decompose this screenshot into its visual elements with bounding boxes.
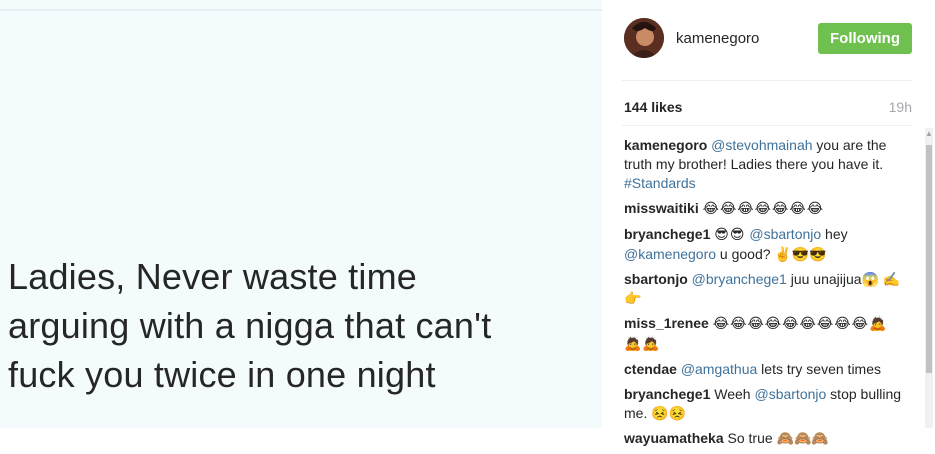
comment-emoji: 😂😂😂😂😂😂😂 xyxy=(702,201,825,217)
comment-item: ctendae @amgathua lets try seven times xyxy=(624,360,904,379)
comment-text: Weeh xyxy=(714,386,755,402)
comment-emoji: 😎😎 xyxy=(714,227,746,243)
comment-item: misswaitiki 😂😂😂😂😂😂😂 xyxy=(624,199,904,219)
comment-text: So true 🙈🙈🙈 xyxy=(727,430,829,446)
comment-text: u good? ✌😎😎 xyxy=(716,246,827,262)
comment-mention[interactable]: @stevohmainah xyxy=(711,137,812,153)
post-header: kamenegoro Following xyxy=(602,0,935,80)
scrollbar-thumb[interactable] xyxy=(926,145,932,373)
comment-username[interactable]: ctendae xyxy=(624,361,677,377)
post-text-line: fuck you twice in one night xyxy=(8,354,436,395)
divider xyxy=(622,125,912,126)
comment-username[interactable]: miss_1renee xyxy=(624,315,709,331)
comment-item: bryanchege1 😎😎 @sbartonjo hey @kamenegor… xyxy=(624,225,904,264)
comment-mention[interactable]: @sbartonjo xyxy=(749,226,821,242)
comment-item: sbartonjo @bryanchege1 juu unajijua😱 ✍👉 xyxy=(624,270,904,308)
comment-mention[interactable]: @kamenegoro xyxy=(624,246,716,262)
comment-text: lets try seven times xyxy=(757,361,881,377)
likes-count[interactable]: 144 likes xyxy=(624,99,682,115)
comment-item: miss_1renee 😂😂😂😂😂😂😂😂😂🙇🙇🙇 xyxy=(624,314,904,354)
username-link[interactable]: kamenegoro xyxy=(676,30,759,47)
divider xyxy=(622,80,912,81)
post-sidebar: kamenegoro Following 144 likes 19h kamen… xyxy=(602,0,935,446)
comment-username[interactable]: sbartonjo xyxy=(624,271,688,287)
scroll-up-arrow-icon[interactable]: ▲ xyxy=(925,128,933,140)
comment-username[interactable]: wayuamatheka xyxy=(624,430,724,446)
comment-username[interactable]: bryanchege1 xyxy=(624,386,710,402)
comment-item: kamenegoro @stevohmainah you are the tru… xyxy=(624,136,904,193)
comment-item: bryanchege1 Weeh @sbartonjo stop bulling… xyxy=(624,385,904,423)
comment-username[interactable]: misswaitiki xyxy=(624,200,699,216)
avatar[interactable] xyxy=(624,18,664,58)
following-button[interactable]: Following xyxy=(818,23,912,54)
comments-list: kamenegoro @stevohmainah you are the tru… xyxy=(624,136,904,454)
comment-mention[interactable]: @sbartonjo xyxy=(754,386,826,402)
comment-username[interactable]: kamenegoro xyxy=(624,137,707,153)
avatar-image-icon xyxy=(624,18,664,58)
post-image[interactable]: Ladies, Never waste time arguing with a … xyxy=(0,0,602,428)
comment-username[interactable]: bryanchege1 xyxy=(624,226,710,242)
comment-text: hey xyxy=(821,226,848,242)
image-top-border xyxy=(0,9,602,11)
post-image-text: Ladies, Never waste time arguing with a … xyxy=(8,252,598,399)
post-timestamp[interactable]: 19h xyxy=(889,99,912,115)
comment-mention[interactable]: @amgathua xyxy=(681,361,757,377)
comment-item: wayuamatheka So true 🙈🙈🙈 xyxy=(624,429,904,448)
post-text-line: Ladies, Never waste time xyxy=(8,256,417,297)
post-text-line: arguing with a nigga that can't xyxy=(8,305,492,346)
comment-hashtag[interactable]: #Standards xyxy=(624,175,696,191)
comment-mention[interactable]: @bryanchege1 xyxy=(692,271,787,287)
